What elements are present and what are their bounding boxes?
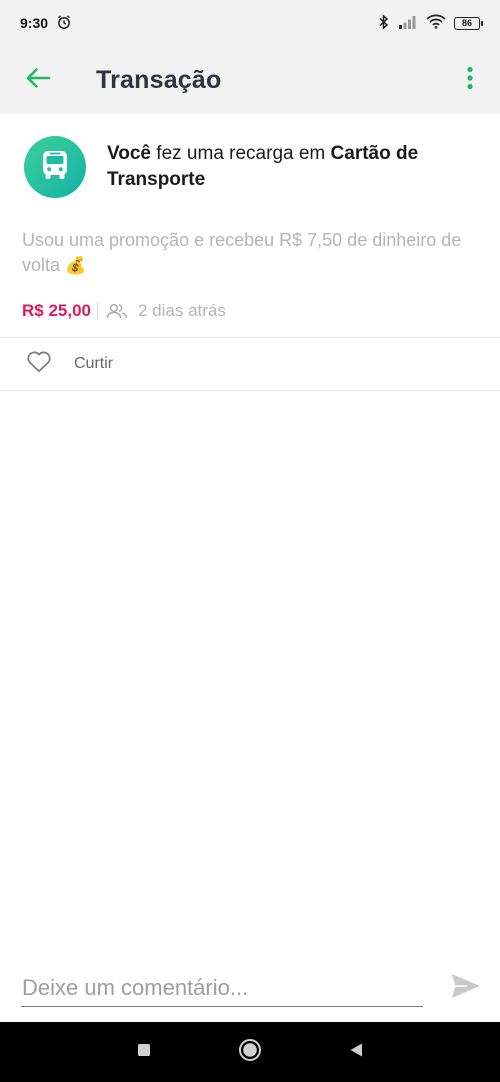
alarm-icon [56,14,72,33]
send-button[interactable] [446,968,486,1008]
transaction-amount: R$ 25,00 [22,301,91,320]
bus-icon [40,149,70,186]
actor-name[interactable]: Você [107,143,151,164]
home-button[interactable] [197,1038,303,1067]
back-button[interactable] [0,46,76,114]
like-button[interactable]: Curtir [26,350,113,378]
heart-icon [26,350,52,378]
more-options-button[interactable] [440,46,500,114]
transaction-header: Você fez uma recarga em Cartão de Transp… [0,114,500,198]
app-bar: Transação [0,46,500,114]
send-icon [450,972,482,1005]
signal-icon [398,15,418,32]
more-vertical-icon [467,66,473,95]
divider [0,390,500,391]
square-icon [137,1043,151,1062]
system-nav-bar [0,1022,500,1082]
transaction-description: Usou uma promoção e recebeu R$ 7,50 de d… [22,228,478,278]
wifi-icon [426,14,446,32]
transaction-meta: R$ 25,00 2 dias atrás [22,298,478,324]
arrow-left-icon [25,67,51,94]
status-bar: 9:30 86 [0,0,500,46]
time-ago: 2 dias atrás [138,301,226,320]
transaction-card: Você fez uma recarga em Cartão de Transp… [0,114,500,324]
bus-avatar [24,136,86,198]
recents-button[interactable] [91,1043,197,1062]
home-circle-icon [238,1038,262,1067]
back-nav-button[interactable] [303,1042,409,1063]
meta-divider [97,302,98,320]
transaction-headline: Você fez uma recarga em Cartão de Transp… [107,141,478,193]
bluetooth-icon [378,13,390,33]
actions-row: Curtir [0,338,500,390]
triangle-back-icon [349,1042,363,1063]
money-bag-icon: 💰 [65,256,87,275]
page-title: Transação [96,65,222,94]
like-label: Curtir [74,355,114,372]
description-text: Usou uma promoção e recebeu R$ 7,50 de d… [22,230,462,275]
battery-icon: 86 [454,16,483,30]
comment-input[interactable] [21,969,423,1007]
friends-icon [106,303,128,319]
action-text: fez uma recarga em [151,143,331,164]
status-time: 9:30 [20,15,49,31]
battery-level: 86 [461,18,472,28]
comment-bar [0,956,500,1020]
